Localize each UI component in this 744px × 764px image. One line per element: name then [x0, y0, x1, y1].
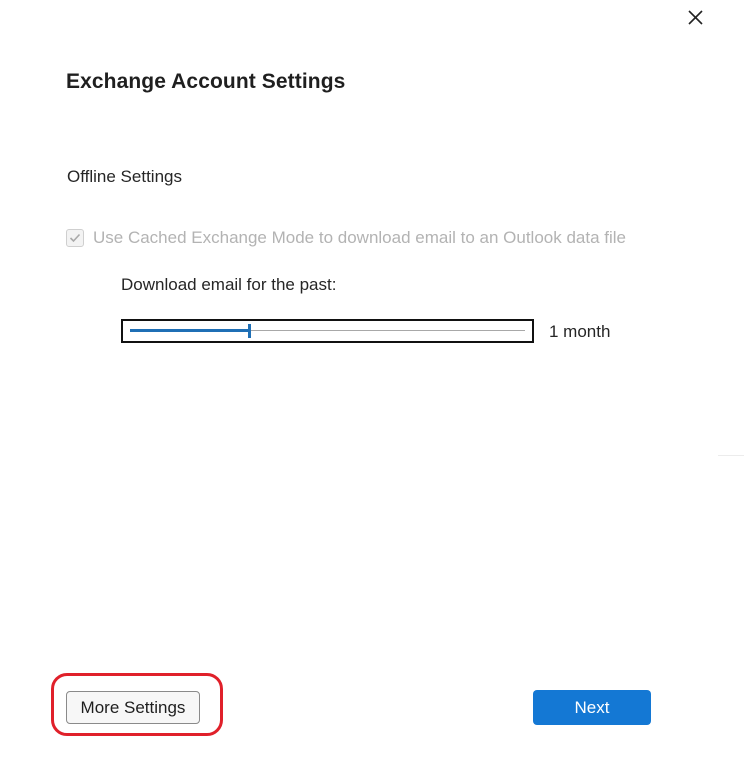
close-button[interactable]	[682, 5, 708, 31]
slider-fill	[130, 329, 249, 332]
cached-mode-label: Use Cached Exchange Mode to download ema…	[93, 228, 626, 247]
close-icon	[688, 10, 703, 25]
cached-mode-checkbox[interactable]	[66, 229, 84, 247]
next-button[interactable]: Next	[533, 690, 651, 725]
exchange-account-settings-dialog: Exchange Account Settings Offline Settin…	[0, 0, 744, 764]
offline-settings-heading: Offline Settings	[67, 167, 182, 186]
slider-thumb[interactable]	[248, 324, 251, 338]
more-settings-button[interactable]: More Settings	[66, 691, 200, 724]
download-period-label: Download email for the past:	[121, 275, 337, 294]
cached-mode-option[interactable]: Use Cached Exchange Mode to download ema…	[66, 226, 626, 250]
dialog-title: Exchange Account Settings	[66, 70, 346, 93]
download-period-value: 1 month	[549, 322, 611, 341]
divider	[718, 455, 744, 456]
download-period-slider[interactable]	[121, 319, 534, 343]
checkmark-icon	[69, 233, 81, 243]
